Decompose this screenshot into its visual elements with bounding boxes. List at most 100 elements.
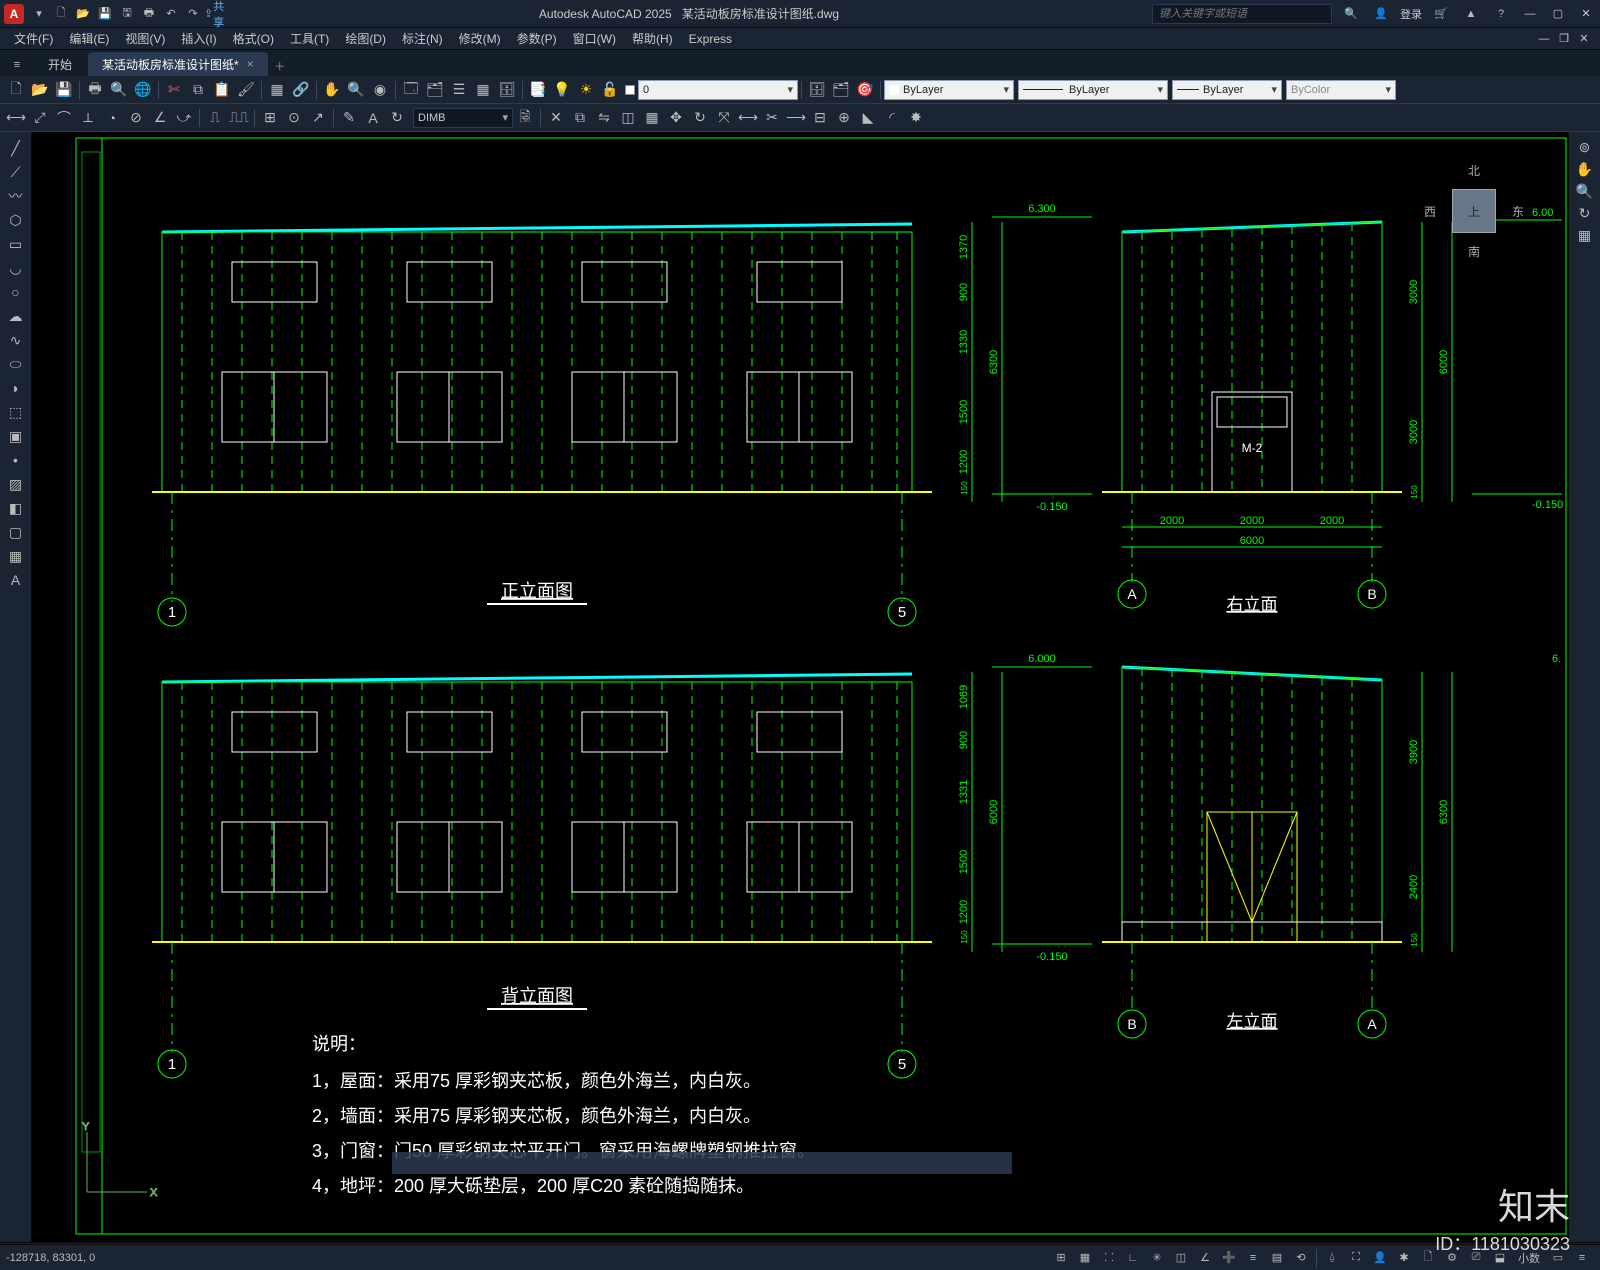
doc-restore-button[interactable]: ❐ xyxy=(1554,29,1574,49)
help-icon[interactable]: ? xyxy=(1490,3,1512,25)
copy-icon[interactable]: ⧉ xyxy=(187,79,209,101)
mod-erase-icon[interactable]: ✕ xyxy=(545,107,567,129)
tab-close-icon[interactable]: × xyxy=(247,57,254,71)
point-icon[interactable]: • xyxy=(5,449,27,471)
properties-icon[interactable]: 🗔 xyxy=(400,79,422,101)
table-icon[interactable]: ▦ xyxy=(472,79,494,101)
mod-join-icon[interactable]: ⊕ xyxy=(833,107,855,129)
view-cube[interactable]: 北 西 上 东 南 xyxy=(1424,162,1524,262)
spline-icon[interactable]: ∿ xyxy=(5,329,27,351)
menu-param[interactable]: 参数(P) xyxy=(509,28,565,49)
lwt-toggle[interactable]: ≡ xyxy=(1242,1247,1264,1269)
mod-explode-icon[interactable]: ✸ xyxy=(905,107,927,129)
mtext-icon[interactable]: A xyxy=(5,569,27,591)
app-icon[interactable]: A xyxy=(4,4,24,24)
menu-draw[interactable]: 绘图(D) xyxy=(337,28,394,49)
layer-state-icon[interactable]: 📑 xyxy=(527,79,549,101)
polygon-icon[interactable]: ⬡ xyxy=(5,209,27,231)
ortho-toggle[interactable]: ∟ xyxy=(1122,1247,1144,1269)
user-icon[interactable]: 👤 xyxy=(1370,3,1392,25)
snap-toggle[interactable]: ⸬ xyxy=(1098,1247,1120,1269)
linetype-combo[interactable]: ByLayer▾ xyxy=(1018,80,1168,100)
publish-icon[interactable]: 🌐 xyxy=(132,79,154,101)
zoom-icon[interactable]: 🔍 xyxy=(345,79,367,101)
ellipse-icon[interactable]: ⬭ xyxy=(5,353,27,375)
circle-icon[interactable]: ○ xyxy=(5,281,27,303)
layer-color-swatch[interactable] xyxy=(625,85,635,95)
qat-undo-icon[interactable]: ↶ xyxy=(160,3,182,25)
menu-window[interactable]: 窗口(W) xyxy=(565,28,624,49)
layer-sun-icon[interactable]: ☀ xyxy=(575,79,597,101)
menu-dropdown-icon[interactable]: ▾ xyxy=(28,3,50,25)
menu-dimension[interactable]: 标注(N) xyxy=(394,28,451,49)
dim-arc-icon[interactable]: ⌒ xyxy=(53,107,75,129)
qat-new-icon[interactable]: 🗋 xyxy=(50,3,72,25)
nav-orbit-icon[interactable]: ↻ xyxy=(1574,202,1596,224)
pan-icon[interactable]: ✋ xyxy=(321,79,343,101)
match-icon[interactable]: 🖌 xyxy=(235,79,257,101)
viewcube-top-face[interactable]: 上 xyxy=(1452,189,1496,233)
mod-mirror-icon[interactable]: ⇋ xyxy=(593,107,615,129)
new-icon[interactable]: 🗋 xyxy=(5,79,27,101)
layer-lock-icon[interactable]: 🔓 xyxy=(599,79,621,101)
doc-minimize-button[interactable]: — xyxy=(1534,29,1554,49)
hatch-icon[interactable]: ▨ xyxy=(5,473,27,495)
transparency-toggle[interactable]: ▤ xyxy=(1266,1247,1288,1269)
custom-icon[interactable]: ≡ xyxy=(1571,1247,1593,1269)
mod-rotate-icon[interactable]: ↻ xyxy=(689,107,711,129)
mod-move-icon[interactable]: ✥ xyxy=(665,107,687,129)
insert-icon[interactable]: ⬚ xyxy=(5,401,27,423)
iso-toggle[interactable]: ⬓ xyxy=(1489,1247,1511,1269)
layer-prev-icon[interactable]: 🗄 xyxy=(806,79,828,101)
signin-label[interactable]: 登录 xyxy=(1400,6,1422,22)
osnap-toggle[interactable]: ◫ xyxy=(1170,1247,1192,1269)
ann-scale-button[interactable]: 👤 xyxy=(1369,1247,1391,1269)
pline-icon[interactable]: 〰 xyxy=(5,185,27,207)
menu-file[interactable]: 文件(F) xyxy=(6,28,61,49)
mod-trim-icon[interactable]: ✂ xyxy=(761,107,783,129)
monitor-toggle[interactable]: ⎚ xyxy=(1465,1247,1487,1269)
table-icon2[interactable]: ▦ xyxy=(5,545,27,567)
qat-save-icon[interactable]: 💾 xyxy=(94,3,116,25)
mod-extend-icon[interactable]: ⟶ xyxy=(785,107,807,129)
dim-diameter-icon[interactable]: ⊘ xyxy=(125,107,147,129)
paste-icon[interactable]: 📋 xyxy=(211,79,233,101)
qat-redo-icon[interactable]: ↷ xyxy=(182,3,204,25)
qp-toggle[interactable]: ⛶ xyxy=(1345,1247,1367,1269)
clean-screen-icon[interactable]: ▭ xyxy=(1547,1247,1569,1269)
mod-fillet-icon[interactable]: ◜ xyxy=(881,107,903,129)
gradient-icon[interactable]: ◧ xyxy=(5,497,27,519)
dim-radius-icon[interactable]: ◔ xyxy=(101,107,123,129)
save-icon[interactable]: 💾 xyxy=(53,79,75,101)
menu-help[interactable]: 帮助(H) xyxy=(624,28,681,49)
ws-switch-icon[interactable]: ⚙ xyxy=(1441,1247,1463,1269)
close-button[interactable]: ✕ xyxy=(1576,4,1596,24)
qat-share-icon[interactable]: ⇪ 共享 xyxy=(204,3,226,25)
cycling-toggle[interactable]: ⟲ xyxy=(1290,1247,1312,1269)
arc-icon[interactable]: ◡ xyxy=(5,257,27,279)
mod-chamfer-icon[interactable]: ◣ xyxy=(857,107,879,129)
nav-showmotion-icon[interactable]: ▦ xyxy=(1574,224,1596,246)
layer-bulb-icon[interactable]: 💡 xyxy=(551,79,573,101)
print-icon[interactable]: 🖶 xyxy=(84,79,106,101)
mod-array-icon[interactable]: ▦ xyxy=(641,107,663,129)
lineweight-combo[interactable]: ByLayer▾ xyxy=(1172,80,1282,100)
mod-offset-icon[interactable]: ◫ xyxy=(617,107,639,129)
qat-saveas-icon[interactable]: 🖫 xyxy=(116,3,138,25)
cut-icon[interactable]: ✄ xyxy=(163,79,185,101)
tab-document[interactable]: 某活动板房标准设计图纸*× xyxy=(88,52,268,76)
line-icon[interactable]: ╱ xyxy=(5,137,27,159)
help-search-input[interactable] xyxy=(1152,4,1332,24)
menu-view[interactable]: 视图(V) xyxy=(117,28,173,49)
apps-icon[interactable]: ▲ xyxy=(1460,3,1482,25)
nav-pan-icon[interactable]: ✋ xyxy=(1574,158,1596,180)
dim-baseline-icon[interactable]: ⎍ xyxy=(204,107,226,129)
dim-text-icon[interactable]: A xyxy=(362,107,384,129)
ann-vis-button[interactable]: ✱ xyxy=(1393,1247,1415,1269)
model-toggle[interactable]: ⊞ xyxy=(1050,1247,1072,1269)
dim-angle-icon[interactable]: ∠ xyxy=(149,107,171,129)
dimstyle-combo[interactable]: DIMB▾ xyxy=(413,108,513,128)
block-icon[interactable]: ▦ xyxy=(266,79,288,101)
unit-format[interactable]: 小数 xyxy=(1512,1250,1546,1266)
menu-format[interactable]: 格式(O) xyxy=(225,28,282,49)
